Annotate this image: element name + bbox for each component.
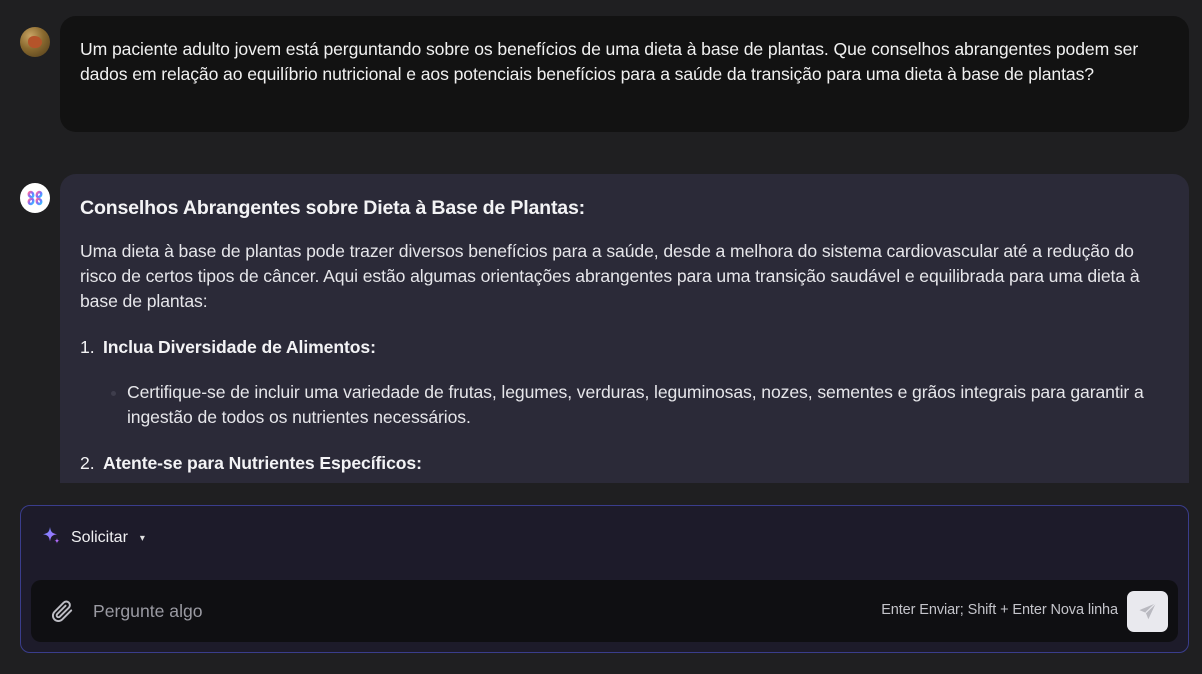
chevron-down-icon: ▾ [139, 532, 145, 544]
message-composer: Solicitar ▾ Enter Enviar; Shift + Enter … [20, 505, 1189, 653]
user-message-row: Um paciente adulto jovem está perguntand… [0, 0, 1202, 150]
list-item-label: Inclua Diversidade de Alimentos: [103, 337, 376, 357]
prompt-input-box: Enter Enviar; Shift + Enter Nova linha [31, 580, 1178, 642]
assistant-message-bubble: Conselhos Abrangentes sobre Dieta à Base… [60, 174, 1189, 483]
user-avatar [20, 27, 50, 57]
assistant-response-title: Conselhos Abrangentes sobre Dieta à Base… [80, 197, 585, 219]
list-item-number: 1. [80, 337, 95, 357]
mode-label: Solicitar [71, 529, 128, 546]
mode-selector[interactable]: Solicitar ▾ [41, 526, 145, 550]
prompt-input[interactable] [93, 597, 793, 625]
assistant-response-intro: Uma dieta à base de plantas pode trazer … [80, 241, 1140, 311]
list-item: 1. Inclua Diversidade de Alimentos: [80, 335, 1169, 360]
assistant-logo-icon [20, 183, 50, 213]
bullet-text: Certifique-se de incluir uma variedade d… [127, 382, 1144, 427]
user-message-text: Um paciente adulto jovem está perguntand… [80, 39, 1139, 84]
paperclip-icon[interactable] [49, 598, 75, 624]
bullet-marker [111, 391, 116, 396]
send-button[interactable] [1127, 591, 1168, 632]
send-icon [1139, 602, 1157, 620]
list-item: 2. Atente-se para Nutrientes Específicos… [80, 451, 1169, 476]
chat-page: Um paciente adulto jovem está perguntand… [0, 0, 1202, 674]
list-item-label: Atente-se para Nutrientes Específicos: [103, 453, 422, 473]
user-message-bubble: Um paciente adulto jovem está perguntand… [60, 16, 1189, 132]
bullet-item: Certifique-se de incluir uma variedade d… [80, 380, 1169, 430]
list-item-number: 2. [80, 453, 95, 473]
sparkle-icon [41, 526, 61, 551]
keyboard-hint: Enter Enviar; Shift + Enter Nova linha [881, 602, 1118, 618]
